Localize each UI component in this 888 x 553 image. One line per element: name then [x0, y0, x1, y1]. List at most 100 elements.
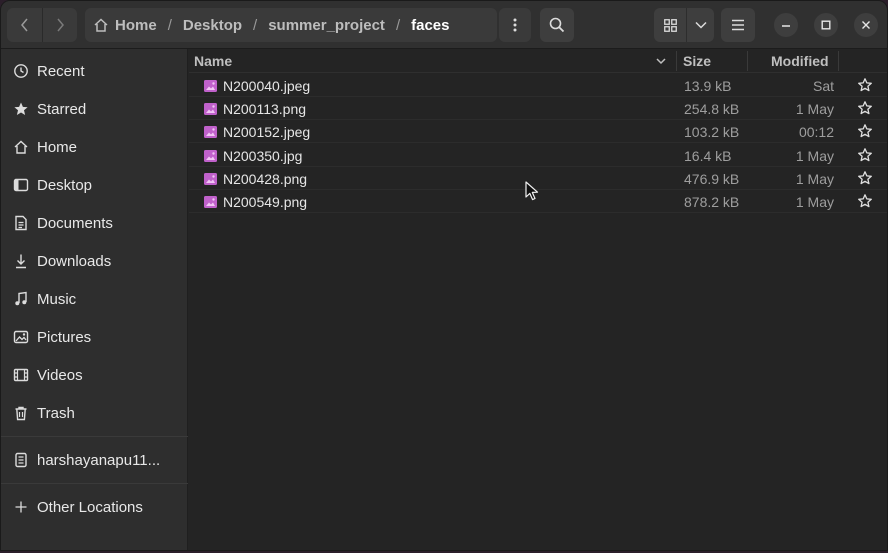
sidebar-item-music[interactable]: Music	[1, 283, 188, 315]
file-manager-window: Home / Desktop / summer_project / faces	[0, 0, 888, 551]
vertical-dots-icon	[513, 18, 517, 32]
download-icon	[13, 253, 29, 269]
table-row[interactable]: N200040.jpeg 13.9 kB Sat	[189, 74, 887, 97]
breadcrumb-faces[interactable]: faces	[411, 17, 449, 34]
sidebar-divider	[1, 436, 188, 437]
grid-view-button[interactable]	[654, 8, 687, 42]
star-toggle-icon[interactable]	[857, 170, 873, 186]
breadcrumb-home[interactable]: Home	[115, 17, 157, 34]
star-toggle-icon[interactable]	[857, 123, 873, 139]
file-modified: 00:12	[798, 124, 834, 140]
image-file-icon	[204, 102, 217, 115]
file-modified: 1 May	[795, 194, 834, 210]
sidebar-item-trash[interactable]: Trash	[1, 397, 188, 429]
sidebar-item-label: Other Locations	[37, 498, 143, 516]
close-button[interactable]	[854, 13, 878, 37]
music-icon	[13, 291, 29, 307]
sidebar-item-label: Home	[37, 138, 78, 156]
home-icon	[13, 139, 29, 155]
file-name: N200040.jpeg	[223, 78, 311, 94]
file-size: 103.2 kB	[684, 124, 740, 140]
file-size: 254.8 kB	[684, 101, 740, 117]
sidebar-item-pictures[interactable]: Pictures	[1, 321, 188, 353]
image-file-icon	[204, 79, 217, 92]
file-size: 16.4 kB	[684, 148, 732, 164]
breadcrumb: Home / Desktop / summer_project / faces	[85, 8, 497, 42]
table-row[interactable]: N200152.jpeg 103.2 kB 00:12	[189, 120, 887, 143]
star-toggle-icon[interactable]	[857, 77, 873, 93]
header-bar: Home / Desktop / summer_project / faces	[1, 1, 887, 49]
sidebar-item-label: Videos	[37, 366, 83, 384]
breadcrumb-separator: /	[253, 16, 258, 34]
image-file-icon	[204, 149, 217, 162]
column-header-modified[interactable]: Modified	[771, 53, 829, 69]
sidebar-item-label: Pictures	[37, 328, 92, 346]
navigation-buttons	[7, 8, 77, 42]
star-toggle-icon[interactable]	[857, 100, 873, 116]
grid-icon	[663, 18, 677, 32]
breadcrumb-separator: /	[395, 16, 401, 34]
file-name: N200113.png	[223, 101, 307, 117]
sidebar-divider	[1, 483, 188, 484]
plus-icon	[13, 499, 29, 515]
sidebar-item-recent[interactable]: Recent	[1, 55, 188, 87]
column-divider	[676, 51, 677, 71]
home-icon	[93, 17, 109, 33]
file-name: N200350.jpg	[223, 148, 303, 164]
sidebar-item-label: Desktop	[37, 176, 93, 194]
sidebar-item-videos[interactable]: Videos	[1, 359, 188, 391]
picture-icon	[13, 329, 29, 345]
star-icon	[13, 101, 29, 117]
sidebar: Recent Starred Home Desktop Documents Do…	[1, 49, 188, 550]
sidebar-item-label: harshayanapu11...	[37, 451, 161, 469]
folder-menu-button[interactable]	[499, 8, 531, 42]
file-modified: 1 May	[795, 148, 834, 164]
main-menu-button[interactable]	[721, 8, 755, 42]
sidebar-item-drive[interactable]: harshayanapu11...	[1, 444, 188, 476]
search-button[interactable]	[540, 8, 574, 42]
image-file-icon	[204, 195, 217, 208]
sidebar-item-downloads[interactable]: Downloads	[1, 245, 188, 277]
table-row[interactable]: N200113.png 254.8 kB 1 May	[189, 97, 887, 120]
minimize-icon	[782, 25, 790, 27]
sidebar-item-other-locations[interactable]: Other Locations	[1, 491, 188, 523]
forward-button[interactable]	[42, 8, 77, 42]
back-button[interactable]	[7, 8, 42, 42]
sidebar-item-desktop[interactable]: Desktop	[1, 169, 188, 201]
column-headers: Name Size Modified	[189, 49, 887, 73]
sidebar-item-documents[interactable]: Documents	[1, 207, 188, 239]
clock-icon	[13, 63, 29, 79]
breadcrumb-desktop[interactable]: Desktop	[183, 17, 242, 34]
chevron-down-icon	[694, 21, 707, 29]
file-modified: 1 May	[795, 101, 834, 117]
file-size: 476.9 kB	[684, 171, 740, 187]
sidebar-item-starred[interactable]: Starred	[1, 93, 188, 125]
sidebar-item-label: Starred	[37, 100, 87, 118]
document-icon	[13, 215, 29, 231]
column-divider	[747, 51, 748, 71]
star-toggle-icon[interactable]	[857, 147, 873, 163]
chevron-left-icon	[20, 18, 28, 32]
file-size: 878.2 kB	[684, 194, 740, 210]
drive-icon	[13, 452, 29, 468]
table-row[interactable]: N200350.jpg 16.4 kB 1 May	[189, 144, 887, 167]
sort-chevron-down-icon[interactable]	[655, 54, 667, 70]
image-file-icon	[204, 172, 217, 185]
minimize-button[interactable]	[774, 13, 798, 37]
sidebar-item-home[interactable]: Home	[1, 131, 188, 163]
file-modified: Sat	[812, 78, 834, 94]
file-name: N200152.jpeg	[223, 124, 311, 140]
file-name: N200428.png	[223, 171, 308, 187]
desktop-icon	[13, 177, 29, 193]
trash-icon	[13, 405, 29, 421]
column-header-name[interactable]: Name	[194, 53, 232, 69]
breadcrumb-summer-project[interactable]: summer_project	[268, 17, 385, 34]
column-header-size[interactable]: Size	[683, 53, 711, 69]
breadcrumb-separator: /	[167, 16, 172, 34]
close-icon	[862, 21, 870, 29]
star-toggle-icon[interactable]	[857, 193, 873, 209]
view-dropdown-button[interactable]	[687, 8, 714, 42]
file-size: 13.9 kB	[684, 78, 732, 94]
view-options	[654, 8, 714, 42]
maximize-button[interactable]	[814, 13, 838, 37]
